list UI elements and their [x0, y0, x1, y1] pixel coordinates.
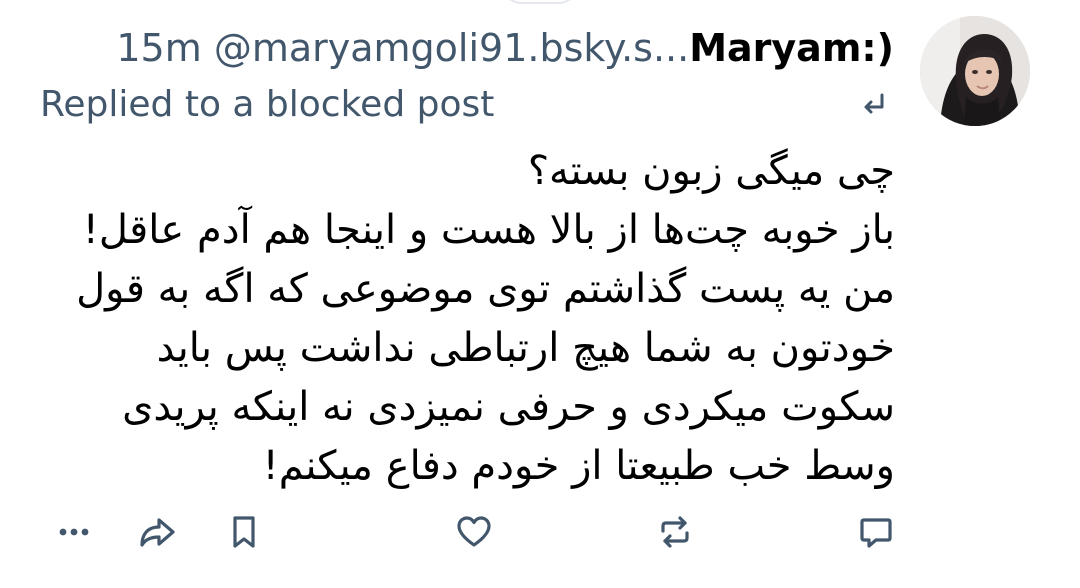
repost-icon [661, 516, 689, 548]
reply-arrow-icon [864, 93, 884, 114]
avatar-photo [920, 16, 1030, 126]
repost-button[interactable] [653, 510, 697, 554]
heart-icon [457, 516, 491, 547]
post-item[interactable]: 15m @maryamgoli91.bsky.s... Maryam:) Repl… [0, 0, 1080, 588]
share-button[interactable] [135, 510, 179, 554]
speech-bubble-icon [860, 518, 892, 548]
post-body-line: چی میگی زبون بسته؟ [527, 148, 895, 194]
author-avatar[interactable] [920, 16, 1030, 126]
post-body-line: خودتون به شما هیچ ارتباطی نداشت پس باید [156, 325, 895, 371]
post-header: 15m @maryamgoli91.bsky.s... Maryam:) [34, 20, 894, 76]
bookmark-button[interactable] [222, 510, 266, 554]
post-meta[interactable]: 15m @maryamgoli91.bsky.s... [116, 26, 689, 70]
ellipsis-icon [59, 528, 89, 536]
author-handle[interactable]: @maryamgoli91.bsky.s... [214, 26, 689, 70]
like-button[interactable] [452, 510, 496, 554]
more-options-button[interactable] [52, 510, 96, 554]
meta-space [202, 26, 214, 70]
post-actions [0, 510, 1080, 558]
post-timestamp[interactable]: 15m [116, 26, 201, 70]
author-display-name[interactable]: Maryam:) [689, 26, 894, 70]
post-body: چی میگی زبون بسته؟ باز خوبه چت‌ها از بال… [60, 142, 895, 496]
post-body-line: من یه پست گذاشتم توی موضوعی که اگه به قو… [76, 266, 895, 312]
reply-context-label: Replied to a blocked post [40, 83, 495, 125]
post-body-line: باز خوبه چت‌ها از بالا هست و اینجا هم آد… [82, 207, 895, 253]
post-body-line: وسط خب طبیعتا از خودم دفاع میکنم! [262, 443, 895, 489]
bookmark-icon [233, 516, 255, 548]
share-arrow-icon [140, 518, 175, 547]
reply-context[interactable]: Replied to a blocked post [40, 78, 890, 130]
post-body-line: سکوت میکردی و حرفی نمیزدی نه اینکه پریدی [122, 384, 895, 430]
reply-button[interactable] [854, 510, 898, 554]
